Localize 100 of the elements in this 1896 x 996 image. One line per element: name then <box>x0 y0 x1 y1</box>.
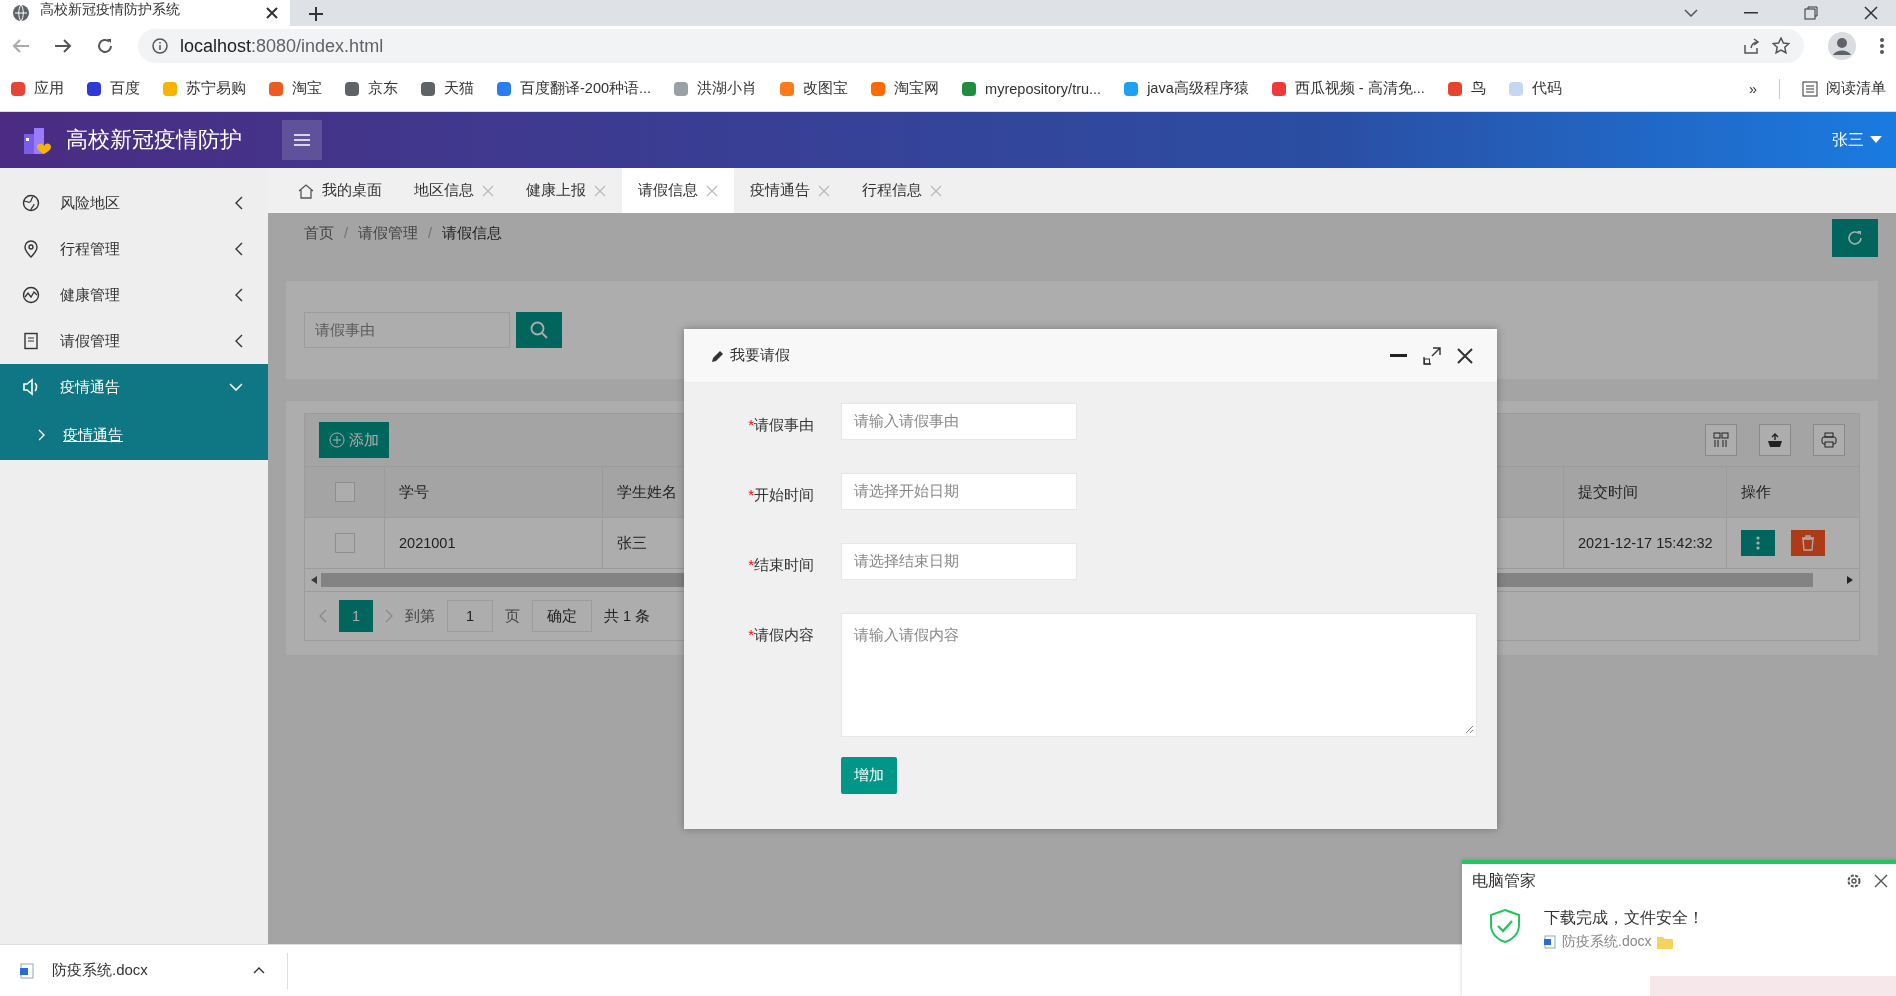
sidebar-item[interactable]: 疫情通告 <box>0 364 268 410</box>
bookmark-link[interactable]: 改图宝 <box>803 79 849 98</box>
text-area[interactable]: 请输入请假内容 <box>841 613 1477 737</box>
breadcrumb-current: 请假信息 <box>442 223 503 243</box>
forward-icon[interactable] <box>54 37 72 55</box>
refresh-button[interactable] <box>1832 219 1878 257</box>
export-icon <box>1767 432 1783 448</box>
bookmark-link[interactable]: 淘宝网 <box>894 79 940 98</box>
delete-button[interactable] <box>1791 530 1825 556</box>
word-file-icon <box>20 962 34 979</box>
sidebar-subitem[interactable]: 疫情通告 <box>0 410 268 460</box>
reading-list-link[interactable]: 阅读清单 <box>1826 79 1886 98</box>
speaker-icon <box>22 378 40 396</box>
close-icon[interactable] <box>266 7 278 19</box>
search-icon <box>530 321 548 339</box>
tab[interactable]: 疫情通告 <box>734 168 846 213</box>
tab[interactable]: 请假信息 <box>622 168 734 213</box>
breadcrumb-separator: / <box>344 225 349 241</box>
text-field[interactable]: 请选择结束日期 <box>841 543 1077 580</box>
address-bar[interactable]: localhost:8080/index.html <box>138 29 1804 63</box>
bookmark-icon <box>961 80 978 97</box>
resize-grip-icon <box>1464 724 1474 734</box>
table-cell: 2021001 <box>399 535 456 551</box>
sidebar-item[interactable]: 行程管理 <box>0 226 268 272</box>
bookmark-link[interactable]: 鸟 <box>1470 79 1486 98</box>
caret-icon[interactable] <box>1870 136 1882 144</box>
minimize-icon[interactable] <box>1744 12 1758 14</box>
chevron-down-icon <box>229 383 243 391</box>
maximize-icon[interactable] <box>1423 346 1441 365</box>
scroll-left-icon[interactable] <box>311 576 317 584</box>
pin-icon <box>22 240 40 258</box>
breadcrumb-link[interactable]: 请假管理 <box>358 223 419 243</box>
plus-icon[interactable] <box>308 6 324 22</box>
bookmark-link[interactable]: 应用 <box>34 79 64 98</box>
share-icon[interactable] <box>1742 37 1760 55</box>
select-all-checkbox[interactable] <box>334 482 355 502</box>
confirm-button[interactable]: 确定 <box>532 600 592 632</box>
more-bookmarks-button[interactable]: » <box>1748 80 1757 97</box>
download-item[interactable]: 防疫系统.docx <box>0 952 288 989</box>
close-icon[interactable] <box>1864 6 1878 20</box>
bookmark-link[interactable]: 西瓜视频 - 高清免... <box>1294 79 1425 98</box>
bookmark-link[interactable]: 代码 <box>1531 79 1562 98</box>
page-input[interactable]: 1 <box>447 600 493 632</box>
tab[interactable]: 地区信息 <box>398 168 510 213</box>
bookmark-link[interactable]: 百度翻译-200种语... <box>520 79 652 98</box>
chevron-down-icon[interactable] <box>1684 9 1698 17</box>
star-icon[interactable] <box>1772 37 1790 55</box>
restore-icon[interactable] <box>1804 6 1818 20</box>
text-field[interactable]: 请输入请假事由 <box>841 403 1077 440</box>
column-header: 提交时间 <box>1578 482 1638 502</box>
notification-message: 下载完成，文件安全！ <box>1544 908 1704 928</box>
sidebar-item[interactable]: 请假管理 <box>0 318 268 364</box>
export-button[interactable] <box>1759 424 1791 456</box>
bookmark-link[interactable]: 京东 <box>368 79 398 98</box>
file-name: 防疫系统.docx <box>1562 933 1652 951</box>
bookmark-icon <box>162 80 178 97</box>
pencil-icon <box>712 349 724 362</box>
submit-button[interactable]: 增加 <box>841 757 897 794</box>
tab[interactable]: 我的桌面 <box>282 168 398 213</box>
user-name[interactable]: 张三 <box>1832 129 1864 151</box>
print-button[interactable] <box>1813 424 1845 456</box>
breadcrumb-link[interactable]: 首页 <box>304 223 334 243</box>
sidebar-item[interactable]: 风险地区 <box>0 180 268 226</box>
table-cell: 张三 <box>617 533 647 553</box>
scroll-right-icon[interactable] <box>1847 576 1853 584</box>
menu-button[interactable] <box>282 120 322 160</box>
bookmark-link[interactable]: 天猫 <box>444 79 474 98</box>
tab[interactable]: 行程信息 <box>846 168 958 213</box>
close-icon[interactable] <box>1457 347 1473 364</box>
shield-check-icon <box>1488 908 1522 944</box>
chevron-up-icon[interactable] <box>253 967 265 974</box>
bookmark-link[interactable]: 淘宝 <box>292 79 322 98</box>
column-header: 学号 <box>399 482 429 502</box>
chevron-left-icon <box>235 334 243 348</box>
tab[interactable]: 健康上报 <box>510 168 622 213</box>
search-button[interactable] <box>516 312 562 348</box>
bookmark-link[interactable]: 苏宁易购 <box>186 79 246 98</box>
sidebar-item[interactable]: 健康管理 <box>0 272 268 318</box>
plus-circle-icon <box>329 432 345 448</box>
settings-icon[interactable] <box>1846 873 1862 889</box>
bookmark-icon <box>420 80 436 97</box>
bookmark-link[interactable]: 洪湖小肖 <box>697 79 758 98</box>
bookmark-icon <box>673 80 690 97</box>
text-field[interactable]: 请选择开始日期 <box>841 473 1077 510</box>
dialog-title: 我要请假 <box>730 346 790 365</box>
chevron-left-icon <box>235 196 243 210</box>
word-file-icon <box>1544 935 1556 949</box>
row-checkbox[interactable] <box>334 533 355 553</box>
bookmark-link[interactable]: 百度 <box>110 79 140 98</box>
columns-button[interactable] <box>1705 424 1737 456</box>
info-icon <box>152 38 168 54</box>
goto-label: 到第 <box>405 606 435 626</box>
more-icon[interactable] <box>1880 38 1884 54</box>
close-icon[interactable] <box>1874 874 1888 888</box>
profile-icon[interactable] <box>1828 32 1856 60</box>
chevron-left-icon <box>235 242 243 256</box>
bookmark-link[interactable]: myrepository/tru... <box>985 80 1102 97</box>
app-title: 高校新冠疫情防护 <box>66 126 242 154</box>
bookmark-link[interactable]: java高级程序猿 <box>1147 79 1249 98</box>
reload-icon[interactable] <box>96 37 114 55</box>
